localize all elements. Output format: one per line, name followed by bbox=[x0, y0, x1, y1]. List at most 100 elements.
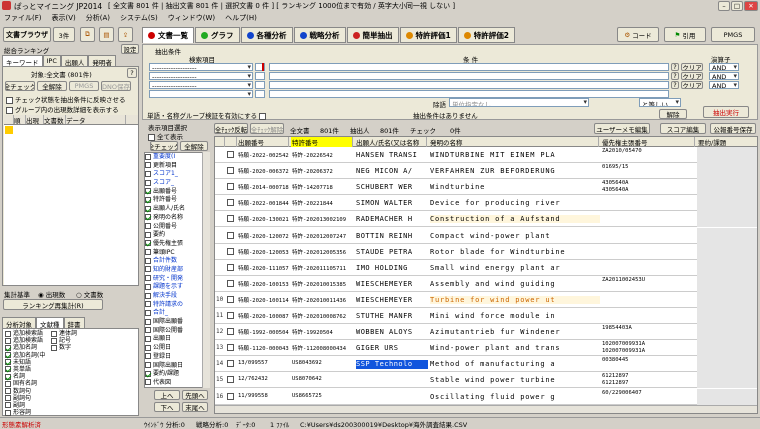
andor-select[interactable]: AND bbox=[709, 72, 739, 80]
table-scroll-left[interactable] bbox=[215, 405, 757, 413]
table-row[interactable]: 13 特願-1120-000043 特許-112008000434 GIGER URS… bbox=[215, 340, 757, 357]
main-tab[interactable]: 簡単抽出 bbox=[346, 27, 399, 43]
column-checkbox[interactable] bbox=[145, 240, 151, 247]
column-item[interactable]: 国際出願番 bbox=[145, 318, 209, 327]
target-select[interactable]: ------------------- bbox=[149, 72, 253, 80]
row-checkbox[interactable] bbox=[227, 392, 234, 400]
column-item[interactable]: 重要度(I bbox=[145, 153, 209, 162]
row-checkbox[interactable] bbox=[227, 344, 234, 352]
condition-input[interactable] bbox=[269, 81, 669, 89]
filter-check[interactable]: 英単語 bbox=[5, 366, 45, 373]
row-checkbox[interactable] bbox=[227, 231, 234, 239]
filter-check[interactable]: 数字 bbox=[51, 344, 77, 351]
main-tab[interactable]: 文書一覧 bbox=[142, 27, 194, 43]
column-item[interactable]: スコア_ bbox=[145, 179, 209, 188]
table-row[interactable]: 12 特願-1992-000504 特許-19920504 WOBBEN ALOYS A… bbox=[215, 324, 757, 341]
table-col-header[interactable] bbox=[215, 137, 225, 147]
filter-check[interactable]: 副詞句 bbox=[5, 395, 45, 402]
row-checkbox[interactable] bbox=[227, 376, 234, 384]
filter-checkbox[interactable] bbox=[5, 373, 11, 380]
filter-checkbox[interactable] bbox=[5, 330, 11, 337]
table-col-header[interactable] bbox=[225, 137, 237, 147]
up-button[interactable]: 上へ bbox=[154, 390, 180, 400]
table-col-header[interactable]: 出願番号 bbox=[237, 137, 289, 147]
ranking-button[interactable]: PMGS bbox=[69, 81, 99, 91]
target-extra[interactable] bbox=[255, 90, 265, 98]
filter-checkbox[interactable] bbox=[51, 344, 57, 351]
cite-button[interactable]: ⚑ 引用 bbox=[664, 27, 706, 42]
column-item[interactable]: 特許番号 bbox=[145, 196, 209, 205]
ranking-button[interactable]: DNO保存 bbox=[101, 81, 131, 91]
row-checkbox[interactable] bbox=[227, 295, 234, 303]
target-extra[interactable] bbox=[255, 81, 265, 89]
clear-button[interactable]: クリア bbox=[681, 72, 703, 80]
row-checkbox[interactable] bbox=[227, 167, 234, 175]
column-item[interactable]: 代表図 bbox=[145, 379, 209, 387]
filter-tab[interactable]: 分析対象 bbox=[2, 317, 36, 329]
clear-button[interactable]: クリア bbox=[681, 81, 703, 89]
table-row[interactable]: 特願-2020-130021 特許-202013002109 RADEMACHER … bbox=[215, 211, 757, 228]
filter-checkbox[interactable] bbox=[5, 352, 11, 359]
row-checkbox[interactable] bbox=[227, 151, 234, 158]
table-row[interactable]: 特願-2022-001844 特許-20221844 SIMON WALTER Dev… bbox=[215, 195, 757, 212]
filter-check[interactable]: 形容詞 bbox=[5, 409, 45, 416]
table-row[interactable]: 11 特願-2020-100087 特許-202010008762 STUTHE MA… bbox=[215, 308, 757, 325]
row-checkbox[interactable] bbox=[227, 247, 234, 255]
column-item[interactable]: 登録日 bbox=[145, 353, 209, 362]
target-select[interactable]: ------------------- bbox=[149, 81, 253, 89]
filter-checkbox[interactable] bbox=[5, 380, 11, 387]
row-checkbox[interactable] bbox=[227, 312, 234, 319]
table-row[interactable]: 特願-2020-120053 特許-202012005356 STAUDE PETR… bbox=[215, 243, 757, 260]
filter-checkbox[interactable] bbox=[5, 366, 11, 373]
column-item[interactable]: 発明の名称 bbox=[145, 214, 209, 223]
column-item[interactable]: 優先権主張 bbox=[145, 240, 209, 249]
column-list[interactable]: 重要度(I 更新項目 スコア1_ スコア_ 出願番号 特許番号 出願人/氏名 発明の名称 公開番… bbox=[144, 152, 210, 388]
column-item[interactable]: 更新項目 bbox=[145, 162, 209, 171]
filter-tab[interactable]: 文献種 bbox=[36, 317, 64, 329]
andor-select[interactable]: AND bbox=[709, 63, 739, 71]
show-all-checkbox[interactable] bbox=[148, 133, 155, 141]
filter-checkbox[interactable] bbox=[5, 344, 11, 351]
ranking-tab[interactable]: IPC bbox=[42, 55, 61, 66]
column-checkbox[interactable] bbox=[145, 379, 151, 386]
table-row[interactable]: 特願-2020-100153 特許-202010015385 WIESCHEMEYE… bbox=[215, 275, 757, 292]
filter-check[interactable]: 副詞 bbox=[5, 402, 45, 409]
column-checkbox[interactable] bbox=[145, 335, 151, 342]
show-all[interactable]: 全て表示 bbox=[148, 131, 183, 141]
target-select[interactable]: ------------------- bbox=[149, 63, 253, 71]
column-scrollbar[interactable] bbox=[202, 152, 210, 388]
ranking-button[interactable]: 全チェック bbox=[5, 81, 35, 91]
ranking-tab[interactable]: 発明者 bbox=[88, 55, 116, 67]
column-item[interactable]: 国際出願日 bbox=[145, 362, 209, 371]
menu-item[interactable]: ウィンドウ(W) bbox=[168, 13, 215, 23]
column-checkbox[interactable] bbox=[145, 179, 151, 186]
recalc-button[interactable]: ランキング再集計(R) bbox=[3, 299, 103, 310]
close-button[interactable]: ✕ bbox=[744, 1, 758, 11]
filter-check[interactable]: 未知語 bbox=[5, 359, 45, 366]
row-checkbox[interactable] bbox=[227, 263, 234, 271]
filter-check[interactable]: 追加名詞(中 bbox=[5, 352, 45, 359]
maximize-button[interactable]: □ bbox=[731, 1, 743, 11]
filter-checkbox[interactable] bbox=[51, 337, 57, 344]
menu-item[interactable]: 表示(V) bbox=[52, 13, 76, 23]
doc-browser-button[interactable]: 文書ブラウザ bbox=[3, 27, 51, 42]
column-checkbox[interactable] bbox=[145, 162, 151, 169]
column-checkbox[interactable] bbox=[145, 292, 151, 299]
table-row[interactable]: 特願-2020-120072 特許-202012007247 BOTTIN REIN… bbox=[215, 227, 757, 244]
mid-check-all[interactable]: 全チェック bbox=[150, 141, 178, 151]
column-checkbox[interactable] bbox=[145, 153, 151, 160]
filter-check[interactable]: 追加名詞 bbox=[5, 344, 45, 351]
table-col-header[interactable]: 出願人/氏名(又は名称 bbox=[355, 137, 427, 147]
table-row[interactable]: 16 11/999558 US8665725 Oscillating fluid po… bbox=[215, 388, 757, 405]
column-checkbox[interactable] bbox=[145, 231, 151, 238]
main-tab[interactable]: 特許評価2 bbox=[457, 27, 515, 43]
help-icon[interactable]: ? bbox=[127, 68, 137, 78]
all-uncheck-button[interactable]: 全ﾁｪｯｸ解除 bbox=[250, 123, 284, 134]
column-checkbox[interactable] bbox=[145, 353, 151, 360]
filter-checkbox[interactable] bbox=[51, 330, 57, 337]
condition-input[interactable] bbox=[269, 63, 669, 71]
score-edit-button[interactable]: スコア編集 bbox=[660, 123, 706, 134]
column-item[interactable]: 出願日 bbox=[145, 335, 209, 344]
pmgs-button[interactable]: PMGS bbox=[711, 27, 755, 42]
column-checkbox[interactable] bbox=[145, 188, 151, 195]
